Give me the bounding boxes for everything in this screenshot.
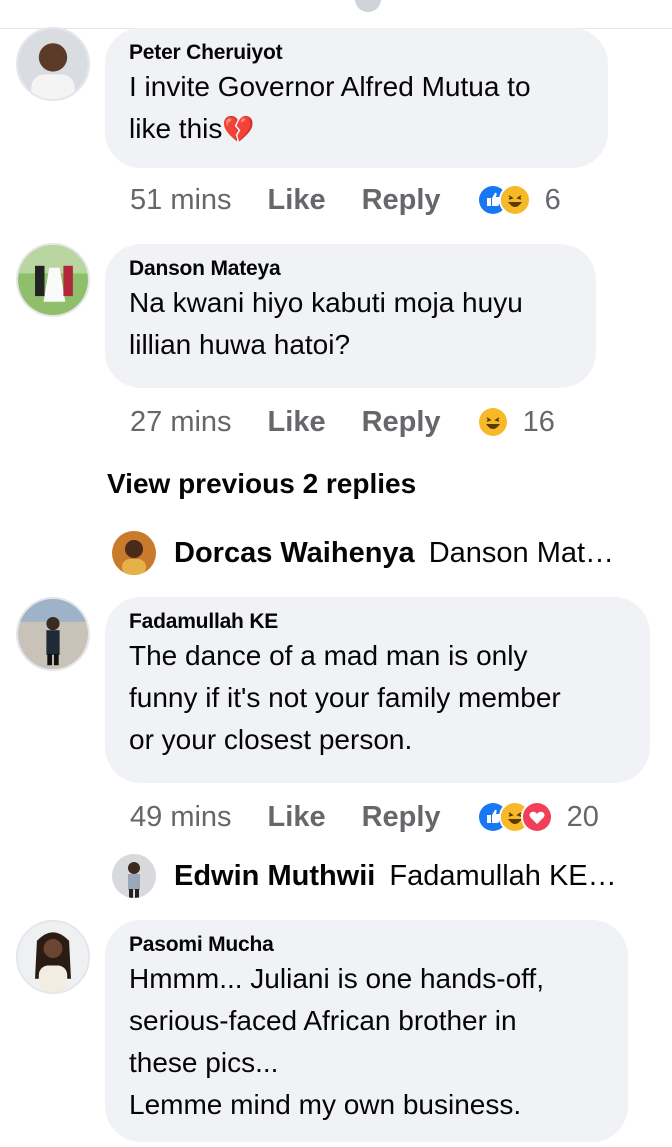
haha-icon bbox=[498, 184, 531, 216]
comment-author[interactable]: Peter Cheruiyot bbox=[129, 40, 584, 66]
top-bar-indicator bbox=[355, 0, 381, 12]
comment-bubble: Peter Cheruiyot I invite Governor Alfred… bbox=[105, 28, 608, 168]
view-previous-replies-link[interactable]: View previous 2 replies bbox=[107, 468, 416, 500]
comment-text: The dance of a mad man is only funny if … bbox=[129, 640, 561, 755]
reply-snippet: Danson Mat… bbox=[428, 536, 615, 569]
avatar-danson-mateya[interactable] bbox=[16, 243, 90, 317]
comment-meta: 27 mins Like Reply 16 bbox=[130, 402, 555, 442]
reply-button[interactable]: Reply bbox=[362, 406, 441, 439]
reply-author[interactable]: Edwin Muthwii bbox=[174, 860, 375, 893]
comment-bubble: Pasomi Mucha Hmmm... Juliani is one hand… bbox=[105, 920, 628, 1142]
reactions[interactable] bbox=[476, 801, 553, 833]
reply-author[interactable]: Dorcas Waihenya bbox=[174, 537, 415, 570]
avatar-fadamullah-ke[interactable] bbox=[16, 597, 90, 671]
comment-text: Na kwani hiyo kabuti moja huyu lillian h… bbox=[129, 287, 523, 360]
reply-button[interactable]: Reply bbox=[362, 801, 441, 834]
comment-author[interactable]: Danson Mateya bbox=[129, 256, 572, 282]
love-icon bbox=[520, 801, 553, 833]
like-button[interactable]: Like bbox=[268, 406, 326, 439]
reply-snippet: Fadamullah KE… bbox=[389, 859, 617, 892]
avatar-pasomi-mucha[interactable] bbox=[16, 920, 90, 994]
reaction-count[interactable]: 6 bbox=[545, 184, 561, 217]
comment-author[interactable]: Fadamullah KE bbox=[129, 609, 626, 635]
avatar-edwin-muthwii[interactable] bbox=[112, 854, 156, 898]
broken-heart-emoji: 💔 bbox=[222, 114, 255, 144]
reaction-count[interactable]: 20 bbox=[567, 801, 599, 834]
reactions[interactable] bbox=[476, 406, 509, 438]
reply-preview[interactable]: Dorcas Waihenya Danson Mat… bbox=[112, 530, 614, 576]
comment-time[interactable]: 27 mins bbox=[130, 406, 232, 439]
avatar-peter-cheruiyot[interactable] bbox=[16, 27, 90, 101]
reactions[interactable] bbox=[476, 184, 531, 216]
comment-text: Hmmm... Juliani is one hands-off, seriou… bbox=[129, 963, 544, 1120]
comment-bubble: Danson Mateya Na kwani hiyo kabuti moja … bbox=[105, 244, 596, 388]
reply-button[interactable]: Reply bbox=[362, 184, 441, 217]
comment-author[interactable]: Pasomi Mucha bbox=[129, 932, 604, 958]
like-button[interactable]: Like bbox=[268, 184, 326, 217]
haha-icon bbox=[476, 406, 509, 438]
comment-bubble: Fadamullah KE The dance of a mad man is … bbox=[105, 597, 650, 783]
reply-preview[interactable]: Edwin Muthwii Fadamullah KE… bbox=[112, 853, 617, 899]
comment-meta: 51 mins Like Reply 6 bbox=[130, 180, 561, 220]
like-button[interactable]: Like bbox=[268, 801, 326, 834]
comment-time[interactable]: 51 mins bbox=[130, 184, 232, 217]
comment-time[interactable]: 49 mins bbox=[130, 801, 232, 834]
reaction-count[interactable]: 16 bbox=[523, 406, 555, 439]
avatar-dorcas-waihenya[interactable] bbox=[112, 531, 156, 575]
comment-text: I invite Governor Alfred Mutua to like t… bbox=[129, 71, 531, 144]
comment-meta: 49 mins Like Reply 20 bbox=[130, 797, 599, 837]
top-bar bbox=[0, 0, 672, 29]
